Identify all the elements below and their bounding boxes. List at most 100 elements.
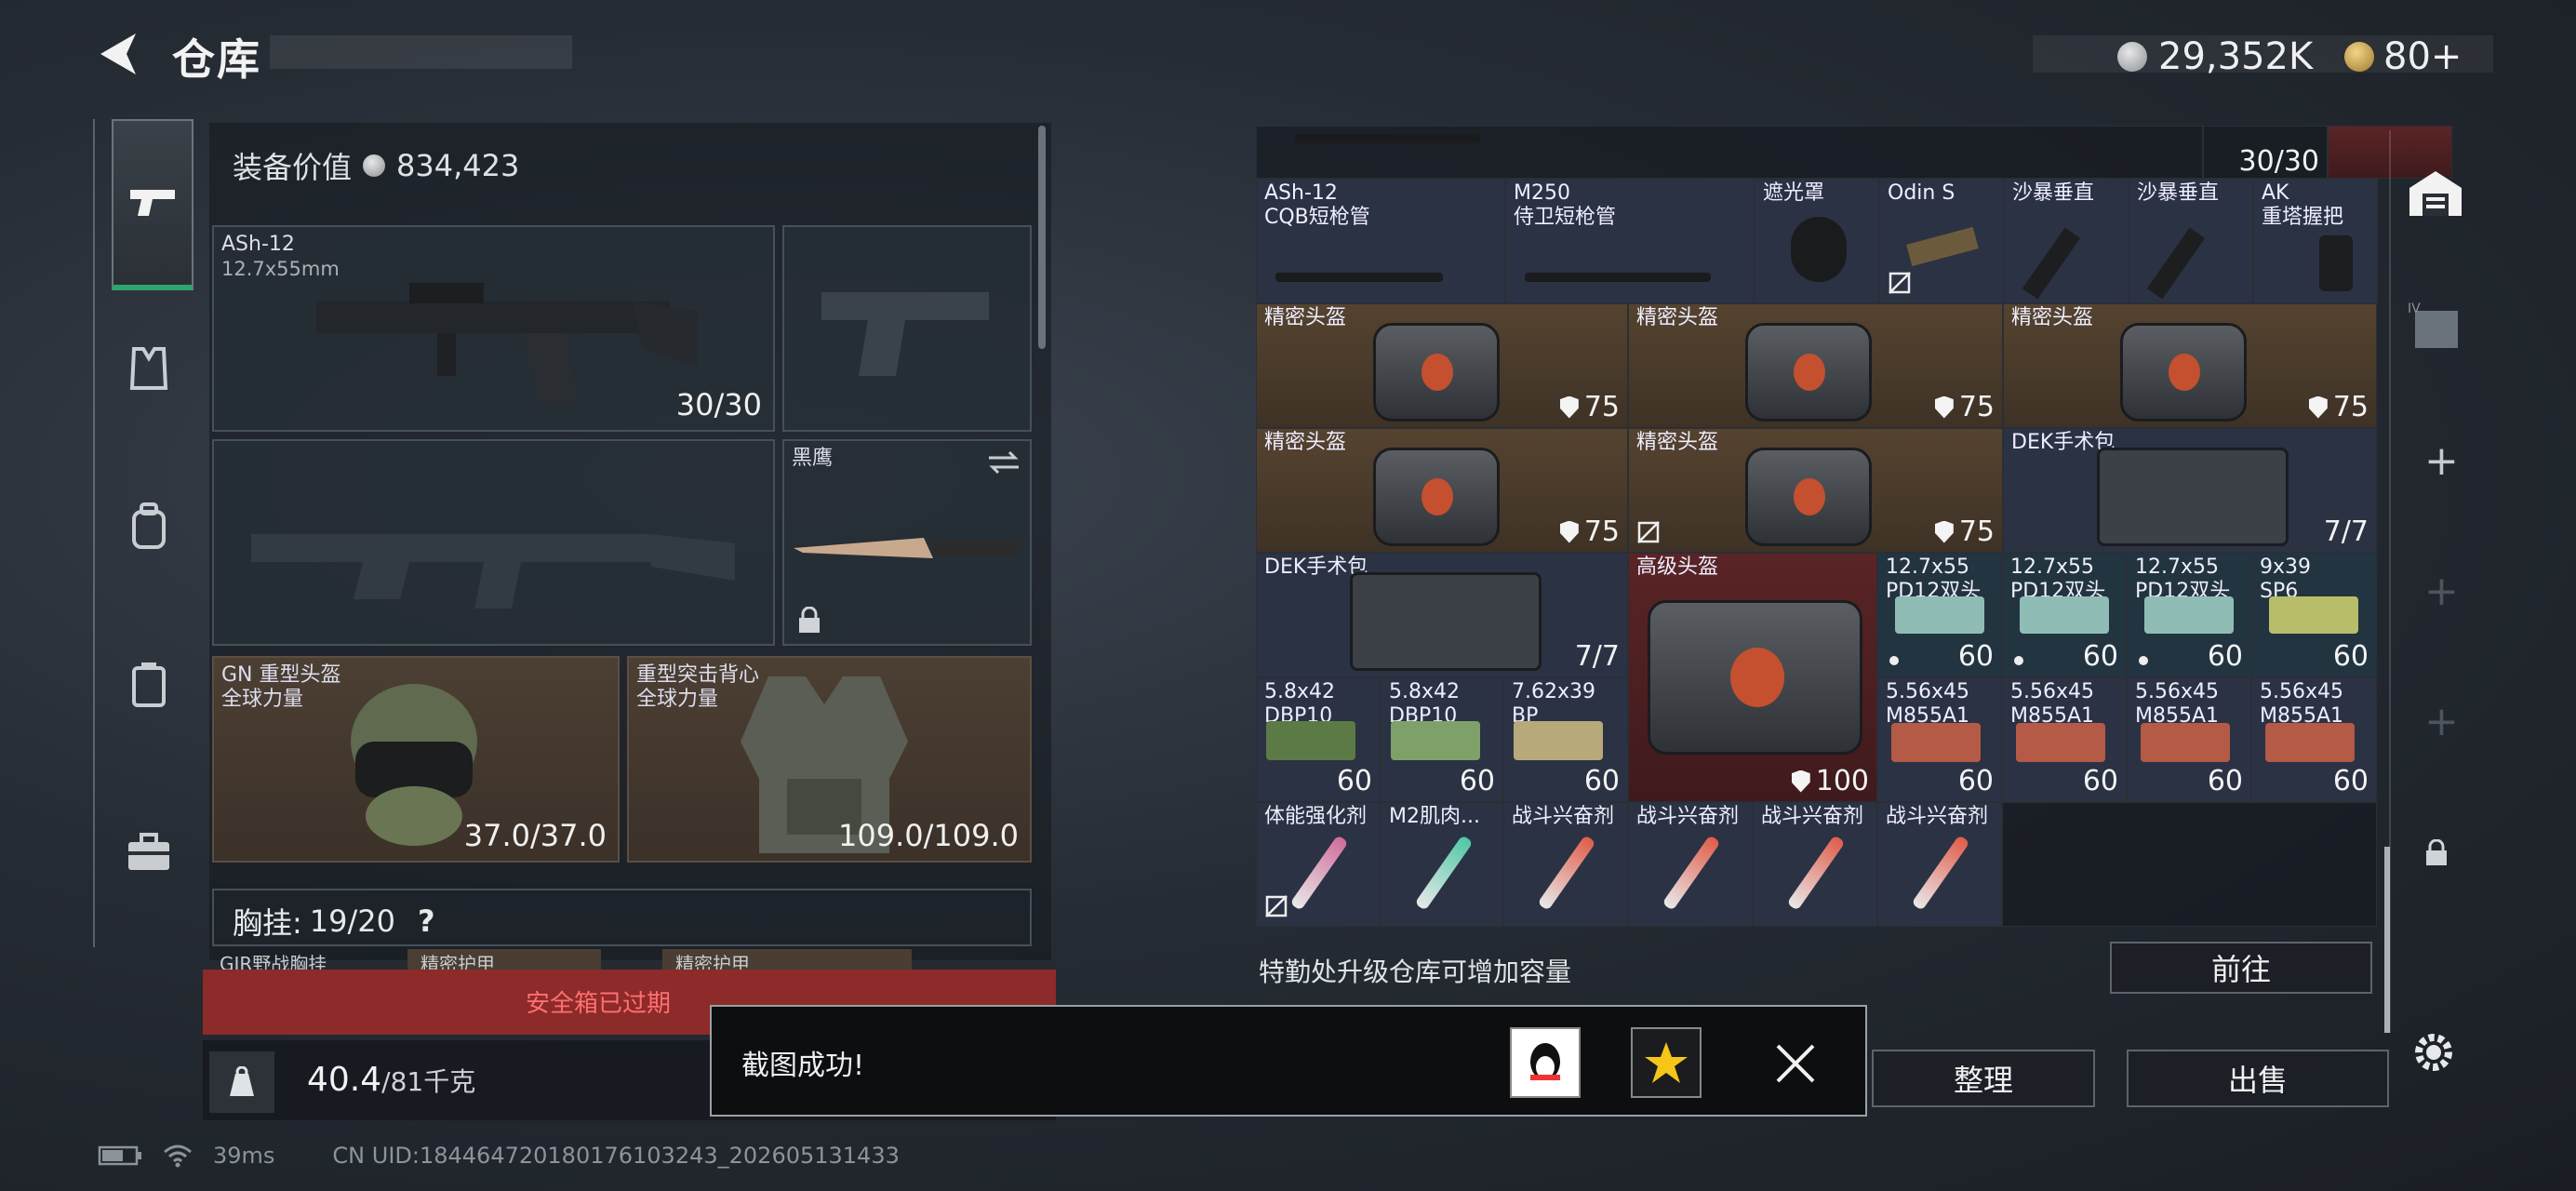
grid-item[interactable]: 战斗兴奋剂 [1753,802,1877,927]
chest-item[interactable]: 精密护甲 [662,949,912,971]
empty-slots[interactable] [2002,802,2377,927]
grid-item[interactable]: 战斗兴奋剂 [1877,802,2002,927]
ammo-box-icon [2020,596,2109,634]
grid-item[interactable]: DEK手术包 7/7 [1256,553,1628,677]
grid-item[interactable]: 12.7x55 PD12双头 60 [2002,553,2127,677]
go-button[interactable]: 前往 [2110,942,2372,994]
grid-item[interactable]: 战斗兴奋剂 [1503,802,1628,927]
grid-item[interactable]: 战斗兴奋剂 [1628,802,1753,927]
gold-currency[interactable]: 80+ [2344,35,2462,78]
tab-backpack[interactable] [112,489,186,564]
grid-item[interactable]: 5.8x42 DBP10 60 [1381,677,1503,802]
helmet-case-icon [1648,600,1862,755]
silver-coin-icon [2117,42,2147,72]
add-storage-icon[interactable]: + [2424,437,2459,485]
primary-weapon-slot[interactable]: ASh-12 12.7x55mm 30/30 [212,225,775,432]
helmet-case-icon [1745,448,1872,546]
syringe-icon [1786,835,1846,911]
chest-rig-bar[interactable]: 胸挂: 19/20 ? [212,889,1032,946]
grid-item[interactable]: 12.7x55 PD12双头 60 [1877,553,2002,677]
grid-item[interactable]: 精密头盔 75 [1628,303,2003,428]
settings-gear-icon[interactable] [2409,1028,2458,1077]
tab-armor[interactable] [112,331,186,406]
ammo-box-icon [2144,596,2234,634]
grid-item[interactable]: 沙暴垂直 [2004,179,2129,303]
item-count: 60 [1957,765,1994,797]
chest-item[interactable]: GIR野战胸挂 [220,949,327,971]
warehouse-icon[interactable] [2406,167,2465,220]
item-count: 60 [2082,640,2118,673]
grid-item[interactable]: 5.8x42 DBP10 60 [1256,677,1381,802]
grid-item[interactable]: Odin S [1879,179,2004,303]
title-decor [270,35,572,69]
upgrade-hint: 特勤处升级仓库可增加容量 [1259,957,1572,987]
grid-item[interactable]: 沙暴垂直 [2129,179,2253,303]
grid-item[interactable]: 精密头盔 75 [2003,303,2377,428]
grid-item[interactable]: 5.56x45 M855A1 60 [2127,677,2251,802]
grid-item[interactable]: 精密头盔 75 [1628,428,2003,553]
help-icon[interactable]: ? [418,903,435,939]
grid-item[interactable]: 7.62x39 BP 60 [1503,677,1628,802]
grid-item[interactable]: 高级头盔 100 [1628,553,1877,802]
item-count: 60 [2207,765,2243,797]
item-name: Odin S [1888,181,1955,205]
ammo-box-icon [2269,596,2358,634]
item-count: 7/7 [1574,640,1620,673]
qq-share-icon[interactable] [1510,1027,1581,1098]
tab-weapons[interactable] [112,119,194,290]
grid-item[interactable]: M2肌肉... [1381,802,1503,927]
grid-item[interactable]: AK 重塔握把 [2253,179,2378,303]
chest-item[interactable]: 精密护甲 [407,949,601,971]
item-count: 75 [1958,515,1995,548]
back-icon[interactable] [93,26,149,82]
close-icon[interactable] [1774,1042,1817,1085]
secondary-weapon-slot[interactable] [212,439,775,646]
item-name: 遮光罩 [1763,181,1825,205]
sell-button[interactable]: 出售 [2127,1050,2389,1107]
grid-item[interactable]: 9x39 SP6 60 [2251,553,2377,677]
sort-button[interactable]: 整理 [1872,1050,2095,1107]
qzone-share-icon[interactable] [1631,1027,1702,1098]
medkit-icon [1350,572,1542,671]
equipment-value: 装备价值 834,423 [233,148,520,185]
chest-rig-label: 胸挂: [233,905,302,941]
no-trade-icon [1889,272,1911,294]
grid-item[interactable]: 12.7x55 PD12双头 60 [2127,553,2251,677]
pistol-slot[interactable] [782,225,1032,432]
item-count: 75 [1583,515,1620,548]
swap-icon[interactable] [987,448,1021,476]
grid-cell[interactable]: 30/30 [2203,126,2328,179]
grid-item[interactable]: 5.56x45 M855A1 60 [1877,677,2002,802]
item-name: 战斗兴奋剂 [1761,805,1864,828]
grid-cell[interactable] [1256,126,2203,179]
grid-item[interactable]: 5.56x45 M855A1 60 [2251,677,2377,802]
grid-item[interactable]: 遮光罩 [1755,179,1879,303]
grid-item[interactable]: ASh-12 CQB短枪管 [1256,179,1505,303]
item-name: 5.56x45 M855A1 [2260,680,2344,728]
add-storage-icon[interactable]: + [2424,568,2459,615]
tab-case[interactable] [112,815,186,890]
item-name: 精密头盔 [1264,431,1347,454]
screenshot-toast: 截图成功! [710,1005,1867,1117]
syringe-icon [1911,835,1970,911]
grid-item[interactable]: DEK手术包 7/7 [2003,428,2377,553]
grid-item[interactable]: 5.56x45 M855A1 60 [2002,677,2127,802]
warehouse-4-icon[interactable]: IV [2406,300,2465,352]
silver-currency: 29,352K [2117,35,2313,78]
armor-slot[interactable]: 重型突击背心 全球力量 109.0/109.0 [627,656,1032,863]
item-count: 100 [1815,765,1869,797]
grid-item[interactable]: 精密头盔 75 [1256,303,1628,428]
helmet-slot[interactable]: GN 重型头盔 全球力量 37.0/37.0 [212,656,620,863]
item-name: ASh-12 CQB短枪管 [1264,181,1370,229]
item-name: 高级头盔 [1636,555,1719,579]
lock-icon [2426,839,2447,865]
tab-container[interactable] [112,648,186,722]
add-storage-icon[interactable]: + [2424,698,2459,745]
knife-slot[interactable]: 黑鹰 [782,439,1032,646]
equipment-scrollbar[interactable] [1038,126,1046,349]
grid-item[interactable]: 精密头盔 75 [1256,428,1628,553]
grid-item[interactable]: 体能强化剂 [1256,802,1381,927]
wifi-icon [164,1144,192,1168]
backpack-icon [132,502,166,549]
grid-item[interactable]: M250 侍卫短枪管 [1505,179,1755,303]
